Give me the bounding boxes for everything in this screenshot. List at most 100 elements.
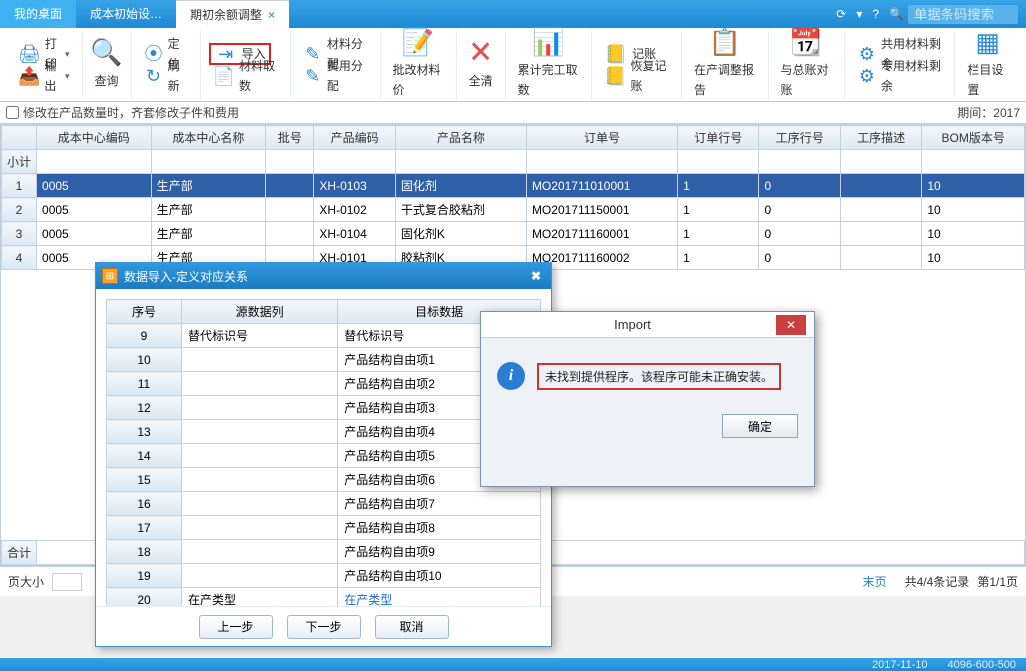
- mapping-row[interactable]: 14产品结构自由项5: [107, 444, 541, 468]
- mapping-row[interactable]: 19产品结构自由项10: [107, 564, 541, 588]
- mapping-row[interactable]: 13产品结构自由项4: [107, 420, 541, 444]
- cancel-button[interactable]: 取消: [375, 615, 449, 639]
- grid-header[interactable]: 批号: [266, 126, 314, 150]
- mapping-row[interactable]: 17产品结构自由项8: [107, 516, 541, 540]
- status-bar: 2017-11-10 4096-600-500: [0, 658, 1026, 671]
- tab-my-desktop[interactable]: 我的桌面: [0, 0, 76, 28]
- material-get-icon: 📄: [213, 64, 235, 88]
- sync-modify-checkbox[interactable]: 修改在产品数量时，齐套修改子件和费用: [6, 104, 239, 121]
- tab-close-icon[interactable]: ×: [268, 8, 275, 22]
- page-num: 第1/1页: [977, 573, 1018, 590]
- fee-dist-icon: ✎: [303, 64, 323, 88]
- help-icon[interactable]: ?: [872, 7, 879, 21]
- mapping-row[interactable]: 12产品结构自由项3: [107, 396, 541, 420]
- grid-header[interactable]: 订单行号: [678, 126, 759, 150]
- table-row[interactable]: 10005生产部XH-0103固化剂MO2017110100011010: [2, 174, 1025, 198]
- batch-price-icon: 📝: [402, 27, 434, 58]
- grid-header[interactable]: 成本中心编码: [37, 126, 152, 150]
- table-row[interactable]: 20005生产部XH-0102干式复合胶粘剂MO2017111500011010: [2, 198, 1025, 222]
- error-title: Import: [489, 317, 776, 332]
- gl-check-label: 与总账对账: [781, 60, 832, 100]
- sync-icon[interactable]: ⟳: [836, 7, 846, 21]
- status-num: 4096-600-500: [947, 659, 1016, 671]
- grid-header[interactable]: 工序描述: [840, 126, 921, 150]
- next-step-button[interactable]: 下一步: [287, 615, 361, 639]
- col-set-button[interactable]: 栏目设置: [963, 58, 1012, 102]
- option-row: 修改在产品数量时，齐套修改子件和费用 期间：2017: [0, 102, 1026, 124]
- dialog-header[interactable]: ⊞ 数据导入-定义对应关系 ✖: [96, 263, 551, 289]
- voucher-icon: 📒: [604, 42, 628, 66]
- spec-mat-button[interactable]: ⚙专用材料剩余: [853, 65, 947, 87]
- restore-voucher-button[interactable]: 📒恢复记账: [600, 65, 673, 87]
- mapping-row[interactable]: 20在产类型在产类型: [107, 588, 541, 607]
- mapping-row[interactable]: 10产品结构自由项1: [107, 348, 541, 372]
- caret-icon: ▾: [65, 66, 70, 86]
- grid-header[interactable]: 订单号: [526, 126, 677, 150]
- status-date: 2017-11-10: [872, 659, 927, 671]
- mapping-row[interactable]: 15产品结构自由项6: [107, 468, 541, 492]
- col-set-label: 栏目设置: [967, 60, 1008, 100]
- gl-check-icon: 📆: [790, 27, 822, 58]
- prev-step-button[interactable]: 上一步: [199, 615, 273, 639]
- col-set-icon: ▦: [972, 27, 1004, 58]
- fee-dist-button[interactable]: ✎费用分配: [299, 65, 372, 87]
- error-dialog: Import ✕ i 未找到提供程序。该程序可能未正确安装。 确定: [480, 311, 815, 487]
- tab-cost-init-label: 成本初始设…: [90, 7, 162, 21]
- print-icon: 🖨: [18, 42, 41, 66]
- cumul-label: 累计完工取数: [518, 60, 579, 100]
- restore-voucher-label: 恢复记账: [631, 56, 670, 96]
- dialog-close-icon[interactable]: ✖: [527, 269, 545, 283]
- cumul-icon: 📊: [532, 27, 564, 58]
- share-mat-icon: ⚙: [857, 42, 877, 66]
- table-row[interactable]: 30005生产部XH-0104固化剂KMO2017111600011010: [2, 222, 1025, 246]
- barcode-search-input[interactable]: [908, 5, 1018, 24]
- clear-all-icon: 🗙: [465, 37, 497, 69]
- dropdown-icon[interactable]: ▾: [856, 7, 862, 21]
- spec-mat-icon: ⚙: [857, 64, 877, 88]
- tab-bar: 我的桌面 成本初始设… 期初余额调整× ⟳ ▾ ? 🔍: [0, 0, 1026, 28]
- grid-header[interactable]: 产品名称: [395, 126, 526, 150]
- spec-mat-label: 专用材料剩余: [881, 56, 942, 96]
- query-button[interactable]: 查询: [91, 69, 123, 93]
- info-icon: i: [497, 362, 525, 390]
- mapping-row[interactable]: 11产品结构自由项2: [107, 372, 541, 396]
- fee-dist-label: 费用分配: [327, 56, 368, 96]
- subtotal-label: 小计: [2, 150, 37, 174]
- wip-report-button[interactable]: 在产调整报告: [690, 58, 759, 102]
- page-size-input[interactable]: [52, 573, 82, 591]
- dialog-grid-header[interactable]: 序号: [107, 300, 182, 324]
- period-label: 期间：2017: [957, 104, 1020, 121]
- wip-report-icon: 📋: [709, 27, 741, 58]
- grid-header[interactable]: 成本中心名称: [151, 126, 266, 150]
- material-get-label: 材料取数: [239, 56, 278, 96]
- cumul-button[interactable]: 累计完工取数: [514, 58, 583, 102]
- error-close-icon[interactable]: ✕: [776, 315, 806, 335]
- refresh-label: 刷新: [168, 56, 188, 96]
- gl-check-button[interactable]: 与总账对账: [777, 58, 836, 102]
- batch-price-label: 批改材料价: [393, 60, 444, 100]
- batch-price-button[interactable]: 批改材料价: [389, 58, 448, 102]
- material-get-button[interactable]: 📄材料取数: [209, 65, 282, 87]
- last-page-button[interactable]: 末页: [853, 571, 897, 592]
- sync-modify-checkbox-input[interactable]: [6, 106, 19, 119]
- mapping-row[interactable]: 9替代标识号替代标识号: [107, 324, 541, 348]
- export-button[interactable]: 📤输出▾: [14, 65, 74, 87]
- tab-cost-init[interactable]: 成本初始设…: [76, 0, 176, 28]
- mapping-row[interactable]: 16产品结构自由项7: [107, 492, 541, 516]
- grid-header[interactable]: 工序行号: [759, 126, 840, 150]
- clear-all-label: 全清: [469, 71, 493, 91]
- grid-header[interactable]: 产品编码: [314, 126, 395, 150]
- clear-all-button[interactable]: 全清: [465, 69, 497, 93]
- refresh-button[interactable]: ↻刷新: [140, 65, 192, 87]
- search-icon[interactable]: 🔍: [889, 7, 904, 21]
- locate-icon: ⦿: [144, 42, 164, 66]
- tab-active[interactable]: 期初余额调整×: [176, 0, 289, 28]
- ribbon: 🖨打印▾ 📤输出▾ 🔍 查询 ⦿定位 ↻刷新 ⇥导入 📄材料取数 ✎材料分配 ✎…: [0, 28, 1026, 102]
- error-header[interactable]: Import ✕: [481, 312, 814, 338]
- export-label: 输出: [44, 56, 61, 96]
- record-count: 共4/4条记录: [905, 573, 970, 590]
- grid-header[interactable]: BOM版本号: [922, 126, 1025, 150]
- dialog-grid-header[interactable]: 源数据列: [182, 300, 338, 324]
- error-ok-button[interactable]: 确定: [722, 414, 798, 438]
- mapping-row[interactable]: 18产品结构自由项9: [107, 540, 541, 564]
